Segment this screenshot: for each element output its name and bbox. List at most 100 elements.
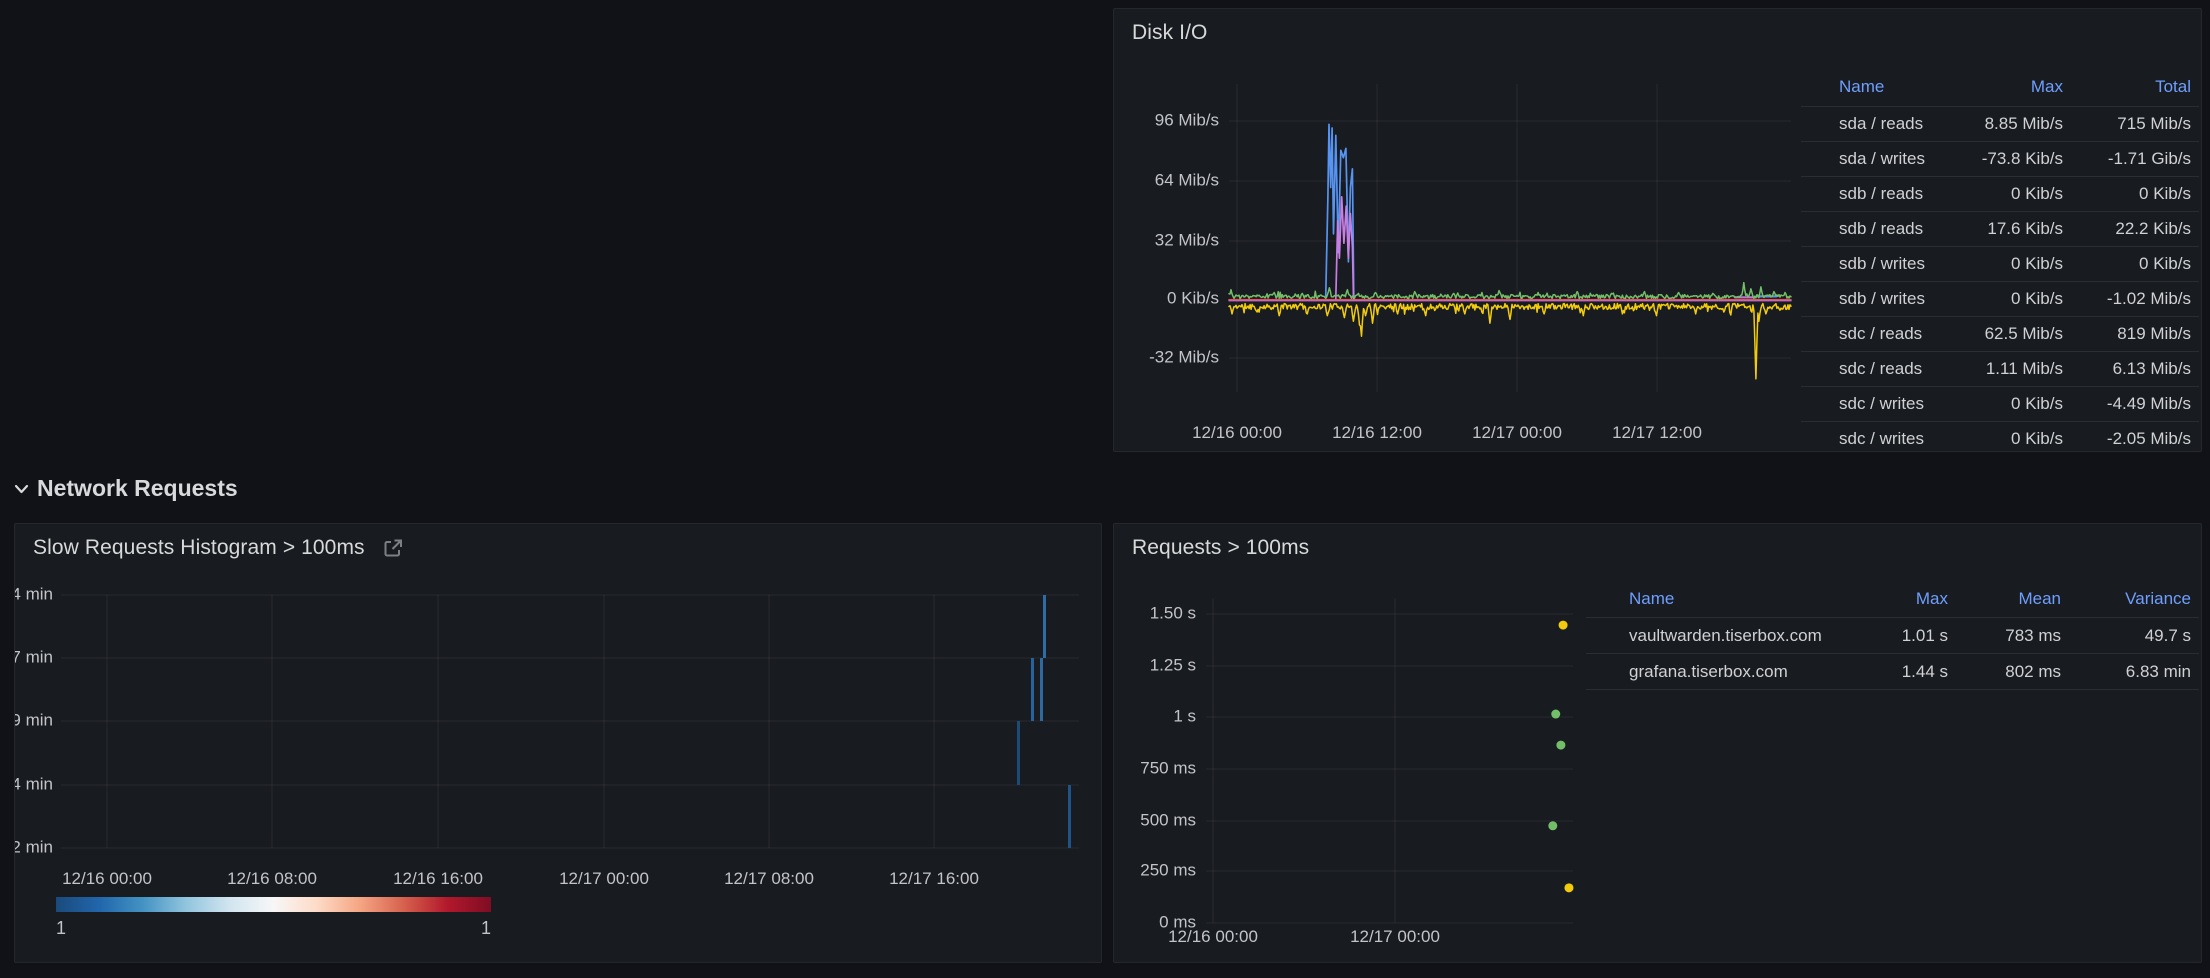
y-axis-tick-label: 0 Kib/s: [1167, 288, 1219, 307]
y-axis-tick-label: -32 Mib/s: [1149, 347, 1219, 366]
legend-cell-name[interactable]: sdc / writes: [1839, 429, 1959, 449]
scatter-point[interactable]: [1559, 621, 1568, 630]
legend-row[interactable]: sdc / reads62.5 Mib/s819 Mib/s: [1801, 317, 2199, 352]
legend-row[interactable]: sda / reads8.85 Mib/s715 Mib/s: [1801, 107, 2199, 142]
x-axis-tick-label: 12/17 16:00: [889, 869, 979, 888]
panel-requests-over-100ms: Requests > 100ms 1.50 s1.25 s1 s750 ms50…: [1113, 523, 2202, 963]
requests-legend-table: NameMaxMeanVariancevaultwarden.tiserbox.…: [1586, 582, 2199, 690]
legend-cell-name[interactable]: sdc / writes: [1839, 394, 1959, 414]
color-scale-min-label: 1: [56, 918, 66, 939]
legend-cell-max: 62.5 Mib/s: [1959, 324, 2063, 344]
legend-cell-name[interactable]: sdb / reads: [1839, 184, 1959, 204]
section-network-requests[interactable]: Network Requests: [14, 475, 238, 502]
legend-row[interactable]: sdb / reads17.6 Kib/s22.2 Kib/s: [1801, 212, 2199, 247]
panel-slow-requests-histogram: Slow Requests Histogram > 100ms 34 min17…: [14, 523, 1102, 963]
legend-row[interactable]: sdb / writes0 Kib/s0 Kib/s: [1801, 247, 2199, 282]
y-axis-tick-label: 1 s: [1173, 706, 1196, 725]
legend-header-name[interactable]: Name: [1839, 77, 1959, 97]
heatmap-cell[interactable]: [1068, 785, 1071, 848]
scatter-point[interactable]: [1551, 710, 1560, 719]
legend-cell-max: 1.44 s: [1875, 662, 1948, 682]
heatmap-cell[interactable]: [1043, 595, 1046, 658]
x-axis-tick-label: 12/17 12:00: [1612, 423, 1702, 442]
legend-cell-max: 0 Kib/s: [1959, 394, 2063, 414]
legend-header-max[interactable]: Max: [1875, 589, 1948, 609]
x-axis-tick-label: 12/16 00:00: [62, 869, 152, 888]
legend-cell-name[interactable]: sda / writes: [1839, 149, 1959, 169]
legend-header-row: NameMaxTotal: [1801, 67, 2199, 107]
heatmap-cell[interactable]: [1031, 658, 1034, 721]
legend-cell-name[interactable]: vaultwarden.tiserbox.com: [1629, 626, 1875, 646]
grafana-dashboard: Disk I/O 96 Mib/s64 Mib/s32 Mib/s0 Kib/s…: [0, 0, 2210, 978]
legend-row[interactable]: sdc / reads1.11 Mib/s6.13 Mib/s: [1801, 352, 2199, 387]
legend-cell-total: 0 Kib/s: [2063, 254, 2191, 274]
legend-cell-max: 8.85 Mib/s: [1959, 114, 2063, 134]
legend-cell-name[interactable]: sdc / reads: [1839, 324, 1959, 344]
y-axis-tick-label: 1.25 s: [1150, 655, 1196, 674]
legend-cell-name[interactable]: sdb / writes: [1839, 254, 1959, 274]
legend-cell-name[interactable]: sdb / writes: [1839, 289, 1959, 309]
legend-row[interactable]: vaultwarden.tiserbox.com1.01 s783 ms49.7…: [1586, 618, 2199, 654]
scatter-point[interactable]: [1564, 883, 1573, 892]
scatter-point[interactable]: [1556, 741, 1565, 750]
legend-cell-max: 0 Kib/s: [1959, 289, 2063, 309]
legend-cell-variance: 49.7 s: [2061, 626, 2191, 646]
y-axis-tick-label: 4 min: [15, 774, 53, 793]
legend-cell-total: 819 Mib/s: [2063, 324, 2191, 344]
y-axis-tick-label: 1.50 s: [1150, 603, 1196, 622]
legend-header-max[interactable]: Max: [1959, 77, 2063, 97]
series-line: [1326, 124, 1354, 298]
legend-row[interactable]: sdc / writes0 Kib/s-2.05 Mib/s: [1801, 422, 2199, 452]
x-axis-tick-label: 12/17 00:00: [1472, 423, 1562, 442]
x-axis-tick-label: 12/16 00:00: [1168, 927, 1258, 946]
x-axis-tick-label: 12/16 00:00: [1192, 423, 1282, 442]
x-axis-tick-label: 12/17 00:00: [1350, 927, 1440, 946]
heatmap-cell[interactable]: [1040, 658, 1043, 721]
x-axis-tick-label: 12/16 16:00: [393, 869, 483, 888]
legend-row[interactable]: sdb / reads0 Kib/s0 Kib/s: [1801, 177, 2199, 212]
legend-row[interactable]: sda / writes-73.8 Kib/s-1.71 Gib/s: [1801, 142, 2199, 177]
legend-cell-max: 17.6 Kib/s: [1959, 219, 2063, 239]
color-scale-max-label: 1: [481, 918, 491, 939]
legend-cell-total: 0 Kib/s: [2063, 184, 2191, 204]
legend-cell-name[interactable]: sdc / reads: [1839, 359, 1959, 379]
x-axis-tick-label: 12/16 08:00: [227, 869, 317, 888]
legend-header-variance[interactable]: Variance: [2061, 589, 2191, 609]
x-axis-tick-label: 12/16 12:00: [1332, 423, 1422, 442]
legend-header-mean[interactable]: Mean: [1948, 589, 2061, 609]
legend-cell-name[interactable]: sda / reads: [1839, 114, 1959, 134]
legend-header-name[interactable]: Name: [1629, 589, 1875, 609]
legend-cell-max: 1.01 s: [1875, 626, 1948, 646]
legend-cell-name[interactable]: sdb / reads: [1839, 219, 1959, 239]
y-axis-tick-label: 2 min: [15, 837, 53, 856]
legend-row[interactable]: sdc / writes0 Kib/s-4.49 Mib/s: [1801, 387, 2199, 422]
legend-row[interactable]: grafana.tiserbox.com1.44 s802 ms6.83 min: [1586, 654, 2199, 690]
legend-cell-total: -1.02 Mib/s: [2063, 289, 2191, 309]
legend-cell-total: -2.05 Mib/s: [2063, 429, 2191, 449]
legend-cell-max: -73.8 Kib/s: [1959, 149, 2063, 169]
disk-io-legend-table: NameMaxTotalsda / reads8.85 Mib/s715 Mib…: [1801, 67, 2199, 452]
legend-cell-variance: 6.83 min: [2061, 662, 2191, 682]
x-axis-tick-label: 12/17 00:00: [559, 869, 649, 888]
legend-cell-total: -1.71 Gib/s: [2063, 149, 2191, 169]
scatter-point[interactable]: [1548, 821, 1557, 830]
y-axis-tick-label: 750 ms: [1140, 758, 1196, 777]
panel-disk-io: Disk I/O 96 Mib/s64 Mib/s32 Mib/s0 Kib/s…: [1113, 8, 2202, 452]
section-label: Network Requests: [37, 475, 238, 502]
x-axis-tick-label: 12/17 08:00: [724, 869, 814, 888]
y-axis-tick-label: 32 Mib/s: [1155, 230, 1219, 249]
y-axis-tick-label: 500 ms: [1140, 810, 1196, 829]
heatmap-cell[interactable]: [1017, 721, 1020, 785]
legend-row[interactable]: sdb / writes0 Kib/s-1.02 Mib/s: [1801, 282, 2199, 317]
legend-cell-total: 6.13 Mib/s: [2063, 359, 2191, 379]
legend-cell-max: 0 Kib/s: [1959, 184, 2063, 204]
legend-header-row: NameMaxMeanVariance: [1586, 582, 2199, 618]
y-axis-tick-label: 17 min: [15, 647, 53, 666]
y-axis-tick-label: 64 Mib/s: [1155, 170, 1219, 189]
legend-cell-name[interactable]: grafana.tiserbox.com: [1629, 662, 1875, 682]
legend-cell-mean: 802 ms: [1948, 662, 2061, 682]
legend-cell-total: 715 Mib/s: [2063, 114, 2191, 134]
legend-header-total[interactable]: Total: [2063, 77, 2191, 97]
y-axis-tick-label: 96 Mib/s: [1155, 110, 1219, 129]
legend-cell-mean: 783 ms: [1948, 626, 2061, 646]
